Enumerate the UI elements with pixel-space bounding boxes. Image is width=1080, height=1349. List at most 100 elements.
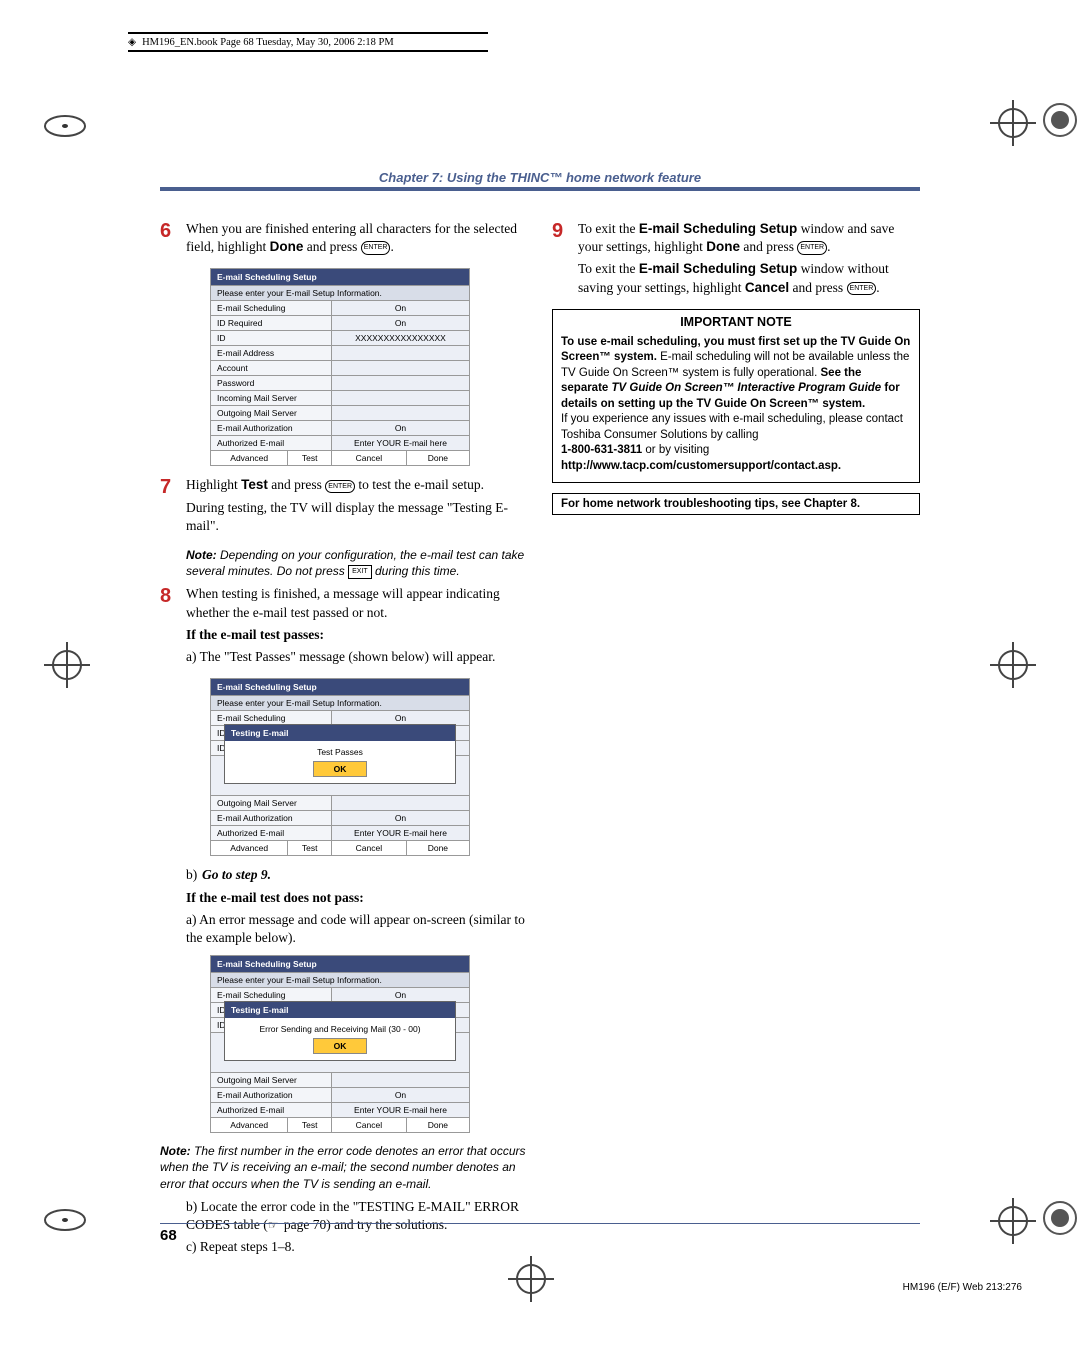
step-9-dot2: . bbox=[876, 280, 879, 295]
imp-phone: 1-800-631-3811 bbox=[561, 444, 642, 456]
step-9: 9 To exit the E-mail Scheduling Setup wi… bbox=[552, 220, 920, 301]
chapter-title: Chapter 7: Using the THINC™ home network… bbox=[160, 170, 920, 185]
row-val bbox=[331, 391, 469, 406]
btn-advanced: Advanced bbox=[211, 841, 288, 856]
win-label-2: E-mail Scheduling Setup bbox=[639, 261, 797, 276]
btn-test: Test bbox=[288, 1118, 332, 1133]
step-7-text-b: and press bbox=[268, 477, 325, 492]
note-2-text: The first number in the error code denot… bbox=[160, 1144, 526, 1190]
imp-p2: If you experience any issues with e-mail… bbox=[561, 412, 911, 443]
row-label: E-mail Authorization bbox=[211, 1088, 332, 1103]
chapter-header: Chapter 7: Using the THINC™ home network… bbox=[160, 170, 920, 195]
exit-button-icon: EXIT bbox=[348, 565, 372, 578]
done-label: Done bbox=[270, 239, 304, 254]
row-label: E-mail Authorization bbox=[211, 421, 332, 436]
note-2: Note: The first number in the error code… bbox=[160, 1143, 528, 1192]
step-9-tf: and press bbox=[789, 280, 846, 295]
row-val bbox=[331, 361, 469, 376]
row-val: On bbox=[331, 1088, 469, 1103]
setup-header: E-mail Scheduling Setup bbox=[211, 956, 470, 973]
row-val bbox=[331, 796, 469, 811]
right-column: 9 To exit the E-mail Scheduling Setup wi… bbox=[552, 220, 920, 1260]
setup-table-wrap-2: E-mail Scheduling Setup Please enter you… bbox=[160, 678, 528, 856]
row-label: Authorized E-mail bbox=[211, 826, 332, 841]
row-val: Enter YOUR E-mail here bbox=[331, 1103, 469, 1118]
setup-subheader: Please enter your E-mail Setup Informati… bbox=[211, 286, 470, 301]
setup-subheader: Please enter your E-mail Setup Informati… bbox=[211, 696, 470, 711]
meta-text: HM196_EN.book Page 68 Tuesday, May 30, 2… bbox=[142, 37, 394, 48]
btn-cancel: Cancel bbox=[331, 841, 406, 856]
test-label: Test bbox=[241, 477, 268, 492]
modal-msg: Error Sending and Receiving Mail (30 - 0… bbox=[231, 1024, 449, 1034]
row-label: Account bbox=[211, 361, 332, 376]
pass-header: If the e-mail test passes: bbox=[186, 626, 528, 644]
enter-button-icon: ENTER bbox=[847, 282, 877, 295]
modal-msg: Test Passes bbox=[231, 747, 449, 757]
cancel-label: Cancel bbox=[745, 280, 789, 295]
row-label: Authorized E-mail bbox=[211, 1103, 332, 1118]
step-8-num: 8 bbox=[160, 585, 186, 670]
row-label: Incoming Mail Server bbox=[211, 391, 332, 406]
step-6: 6 When you are finished entering all cha… bbox=[160, 220, 528, 260]
reg-mark-tl bbox=[40, 106, 90, 146]
reg-mark-br bbox=[988, 1196, 1038, 1246]
page-footer-rule bbox=[160, 1223, 920, 1224]
row-val: On bbox=[331, 316, 469, 331]
btn-advanced: Advanced bbox=[211, 451, 288, 466]
step-8-fail-c: c) Repeat steps 1–8. bbox=[186, 1238, 528, 1256]
reg-mark-tr2 bbox=[1040, 100, 1080, 140]
btn-done: Done bbox=[406, 1118, 469, 1133]
important-title: IMPORTANT NOTE bbox=[561, 314, 911, 331]
step-7-text-a: Highlight bbox=[186, 477, 241, 492]
done-label: Done bbox=[706, 239, 740, 254]
step-9-td: To exit the bbox=[578, 261, 639, 276]
step-7-text-d: During testing, the TV will display the … bbox=[186, 499, 528, 535]
row-label: ID Required bbox=[211, 316, 332, 331]
row-label: E-mail Scheduling bbox=[211, 301, 332, 316]
row-label: Outgoing Mail Server bbox=[211, 406, 332, 421]
fail-b-text-b: page 70) and try the solutions. bbox=[281, 1217, 448, 1232]
step-6-dot: . bbox=[390, 239, 393, 254]
row-val: XXXXXXXXXXXXXXXX bbox=[331, 331, 469, 346]
btn-done: Done bbox=[406, 451, 469, 466]
btn-cancel: Cancel bbox=[331, 451, 406, 466]
email-setup-table-1: E-mail Scheduling Setup Please enter you… bbox=[210, 268, 470, 466]
step-6-num: 6 bbox=[160, 220, 186, 260]
step-8-b: b)Go to step 9. bbox=[186, 866, 528, 884]
row-label: E-mail Authorization bbox=[211, 811, 332, 826]
btn-test: Test bbox=[288, 451, 332, 466]
enter-button-icon: ENTER bbox=[361, 241, 391, 254]
setup-table-wrap-3: E-mail Scheduling Setup Please enter you… bbox=[160, 955, 528, 1133]
row-label: Authorized E-mail bbox=[211, 436, 332, 451]
imp-url: http://www.tacp.com/customersupport/cont… bbox=[561, 459, 911, 475]
reg-mark-mr bbox=[988, 640, 1038, 690]
reg-mark-ml bbox=[42, 640, 92, 690]
row-val bbox=[331, 406, 469, 421]
row-val: On bbox=[331, 301, 469, 316]
row-label: E-mail Address bbox=[211, 346, 332, 361]
pointer-icon: ☞ bbox=[268, 1218, 279, 1232]
test-passes-modal: Testing E-mail Test Passes OK bbox=[224, 724, 456, 784]
troubleshoot-box: For home network troubleshooting tips, s… bbox=[552, 493, 920, 515]
step-7-num: 7 bbox=[160, 476, 186, 539]
step-8-text-a: When testing is finished, a message will… bbox=[186, 585, 528, 621]
note-label: Note: bbox=[186, 548, 217, 562]
left-column: 6 When you are finished entering all cha… bbox=[160, 220, 528, 1260]
row-val: Enter YOUR E-mail here bbox=[331, 436, 469, 451]
setup-subheader: Please enter your E-mail Setup Informati… bbox=[211, 973, 470, 988]
page-meta: ◈ HM196_EN.book Page 68 Tuesday, May 30,… bbox=[128, 32, 488, 52]
row-label: ID bbox=[211, 331, 332, 346]
step-8-a: a) The "Test Passes" message (shown belo… bbox=[186, 648, 528, 666]
fail-header: If the e-mail test does not pass: bbox=[186, 889, 528, 907]
fail-a-text: a) An error message and code will appear… bbox=[186, 912, 525, 945]
goto-step-9: Go to step 9. bbox=[202, 867, 271, 882]
reg-mark-br2 bbox=[1040, 1198, 1080, 1238]
setup-header: E-mail Scheduling Setup bbox=[211, 679, 470, 696]
modal-title: Testing E-mail bbox=[225, 1002, 455, 1018]
note-1-text-b: during this time. bbox=[372, 564, 460, 578]
row-label: Outgoing Mail Server bbox=[211, 1073, 332, 1088]
page-number: 68 bbox=[160, 1227, 177, 1244]
step-7-text-c: to test the e-mail setup. bbox=[355, 477, 484, 492]
important-note-box: IMPORTANT NOTE To use e-mail scheduling,… bbox=[552, 309, 920, 484]
step-9-num: 9 bbox=[552, 220, 578, 301]
